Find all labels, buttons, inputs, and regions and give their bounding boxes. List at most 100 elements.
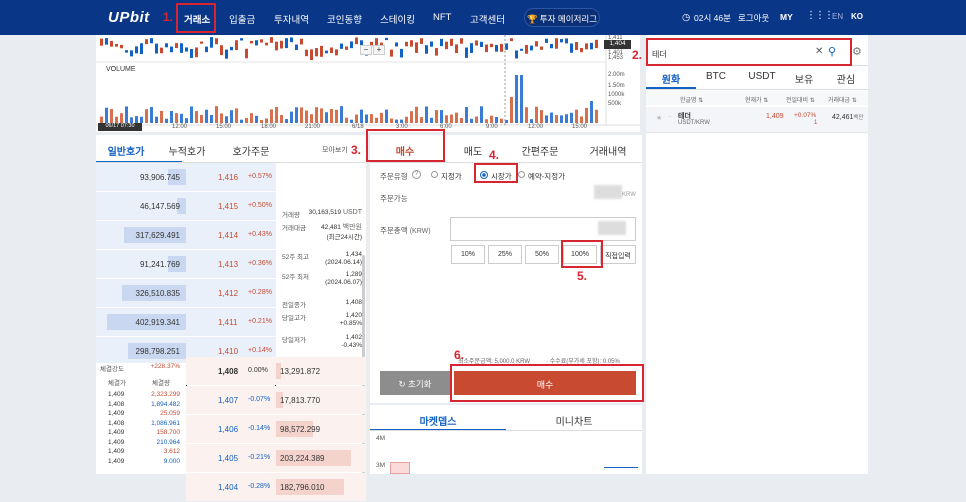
nav-deposit-withdraw[interactable]: 입출금 <box>229 12 255 26</box>
pct-10-button[interactable]: 10% <box>451 245 485 264</box>
volume-bar <box>595 109 598 123</box>
header-change[interactable]: 전일대비 ⇅ <box>786 95 815 104</box>
tab-simple-order[interactable]: 간편주문 <box>506 143 574 158</box>
ask-price-cell[interactable]: 1,416 +0.57% <box>186 163 276 191</box>
trade-qty: 1,086.961 <box>151 419 180 427</box>
ask-price-cell[interactable]: 1,411 +0.21% <box>186 308 276 336</box>
tab-trade-history[interactable]: 거래내역 <box>574 143 642 158</box>
nav-investments[interactable]: 투자내역 <box>274 12 309 26</box>
bid-price-cell[interactable]: 1,404 -0.28% <box>186 473 276 501</box>
ask-price-cell[interactable]: 1,414 +0.43% <box>186 221 276 249</box>
radio-limit-label[interactable]: 지정가 <box>441 171 462 182</box>
tab-general-orderbook[interactable]: 일반호가 <box>96 143 156 158</box>
chart-link-icon[interactable]: ⁻ <box>668 114 672 122</box>
my-link[interactable]: MY <box>780 12 793 22</box>
volume-bar <box>170 110 173 123</box>
help-icon[interactable]: ? <box>412 170 421 179</box>
reset-button[interactable]: ↻ 초기화 <box>380 371 450 395</box>
volume-bar <box>535 106 538 123</box>
bid-price-cell[interactable]: 1,407 -0.07% <box>186 386 276 414</box>
bid-price-cell[interactable]: 1,408 0.00% <box>186 357 276 385</box>
ask-price-cell[interactable]: 1,412 +0.28% <box>186 279 276 307</box>
header-price[interactable]: 현재가 ⇅ <box>745 95 768 104</box>
volume-bar <box>245 117 248 123</box>
day-low-label: 당일저가 <box>282 337 306 344</box>
price-chart[interactable]: VOLUME 1,404 1,411 1,401 1,453 2.00m 1.5… <box>96 35 640 132</box>
ask-price-cell[interactable]: 1,415 +0.50% <box>186 192 276 220</box>
lang-ko[interactable]: KO <box>851 12 863 21</box>
lang-en[interactable]: EN <box>832 12 843 21</box>
header-name[interactable]: 한글명 ⇅ <box>680 95 703 104</box>
trade-head-qty: 체결량 <box>152 380 170 387</box>
volume-bar <box>280 114 283 123</box>
ask-price-cell[interactable]: 1,413 +0.36% <box>186 250 276 278</box>
volume-bar <box>550 112 553 123</box>
bid-price-cell[interactable]: 1,406 -0.14% <box>186 415 276 443</box>
tab-holdings[interactable]: 보유 <box>786 71 822 86</box>
tab-usdt-market[interactable]: USDT <box>742 71 782 82</box>
bid-row[interactable]: 1,404 -0.28% 182,796.010 <box>96 473 366 502</box>
bid-price: 1,406 <box>218 425 239 434</box>
volume-bar <box>340 106 343 123</box>
tab-btc-market[interactable]: BTC <box>698 71 734 82</box>
nav-staking[interactable]: 스테이킹 <box>380 12 415 26</box>
tab-favorites[interactable]: 관심 <box>828 71 864 86</box>
tab-orderbook-order[interactable]: 호가주문 <box>226 143 276 158</box>
volume-bar <box>105 107 108 123</box>
radio-reserve-limit[interactable] <box>518 171 525 178</box>
volume-axis-label: 500k <box>608 101 622 107</box>
order-type-label: 주문유형 <box>380 172 408 181</box>
strength-label: 체결강도 <box>100 366 124 373</box>
pct-25-button[interactable]: 25% <box>488 245 522 264</box>
candle <box>450 38 453 46</box>
candle <box>500 43 503 52</box>
tab-market-depth[interactable]: 마켓뎁스 <box>370 413 506 428</box>
zoom-in-button[interactable]: + <box>373 45 385 55</box>
pct-50-button[interactable]: 50% <box>525 245 559 264</box>
annotation-box-4 <box>474 163 518 183</box>
tab-cumulative-orderbook[interactable]: 누적호가 <box>162 143 212 158</box>
radio-reserve-limit-label[interactable]: 예약-지정가 <box>528 171 565 182</box>
candle <box>155 43 158 54</box>
market-row[interactable]: ★ ⁻ 테더 USDT/KRW 1,409 +0.07% 1 42,461백만 <box>646 107 868 133</box>
bid-price: 1,404 <box>218 483 239 492</box>
custom-input-button[interactable]: 직접입력 <box>600 245 636 264</box>
bid-price-cell[interactable]: 1,405 -0.21% <box>186 444 276 472</box>
volume-bar <box>395 119 398 123</box>
upbit-logo[interactable]: UPbit <box>108 9 150 26</box>
amount-info-note: (최근24시간) <box>326 234 362 241</box>
volume-bar <box>310 114 313 123</box>
grid-menu-icon[interactable]: ⋮⋮⋮ <box>806 10 834 21</box>
candle <box>195 47 198 58</box>
cursor-date-tag: 06/17 07:30 <box>98 123 142 131</box>
ask-qty: 46,147.569 <box>139 202 180 211</box>
zoom-out-button[interactable]: − <box>360 45 372 55</box>
volume-bar <box>320 108 323 123</box>
depth-ask-line <box>604 467 638 474</box>
view-all-link[interactable]: 모아보기 <box>322 145 348 155</box>
tab-mini-chart[interactable]: 미니차트 <box>506 413 642 428</box>
candle <box>440 38 443 47</box>
amount-label: 주문총액 (KRW) <box>380 226 431 235</box>
candle <box>405 41 408 47</box>
favorite-star-icon[interactable]: ★ <box>656 114 662 122</box>
gear-icon[interactable]: ⚙ <box>852 45 862 58</box>
logout-link[interactable]: 로그아웃 <box>738 12 769 24</box>
candle <box>580 47 583 53</box>
amount-info-label: 거래대금 <box>282 225 306 232</box>
candle <box>200 41 203 44</box>
tab-krw-market[interactable]: 원화 <box>646 71 696 86</box>
candle <box>415 42 418 53</box>
promo-button[interactable]: 🏆 투자 메이저리그 <box>524 8 600 27</box>
candle <box>220 45 223 56</box>
radio-limit[interactable] <box>431 171 438 178</box>
header-amount[interactable]: 거래대금 ⇅ <box>828 95 857 104</box>
candle <box>140 43 143 55</box>
amount-input-value-blurred <box>598 221 626 235</box>
nav-customer-center[interactable]: 고객센터 <box>470 12 505 26</box>
candle <box>175 43 178 49</box>
nav-coin-trends[interactable]: 코인동향 <box>327 12 362 26</box>
time-tick: 15:00 <box>572 124 588 130</box>
nav-nft[interactable]: NFT <box>433 12 451 23</box>
candle <box>530 45 533 51</box>
